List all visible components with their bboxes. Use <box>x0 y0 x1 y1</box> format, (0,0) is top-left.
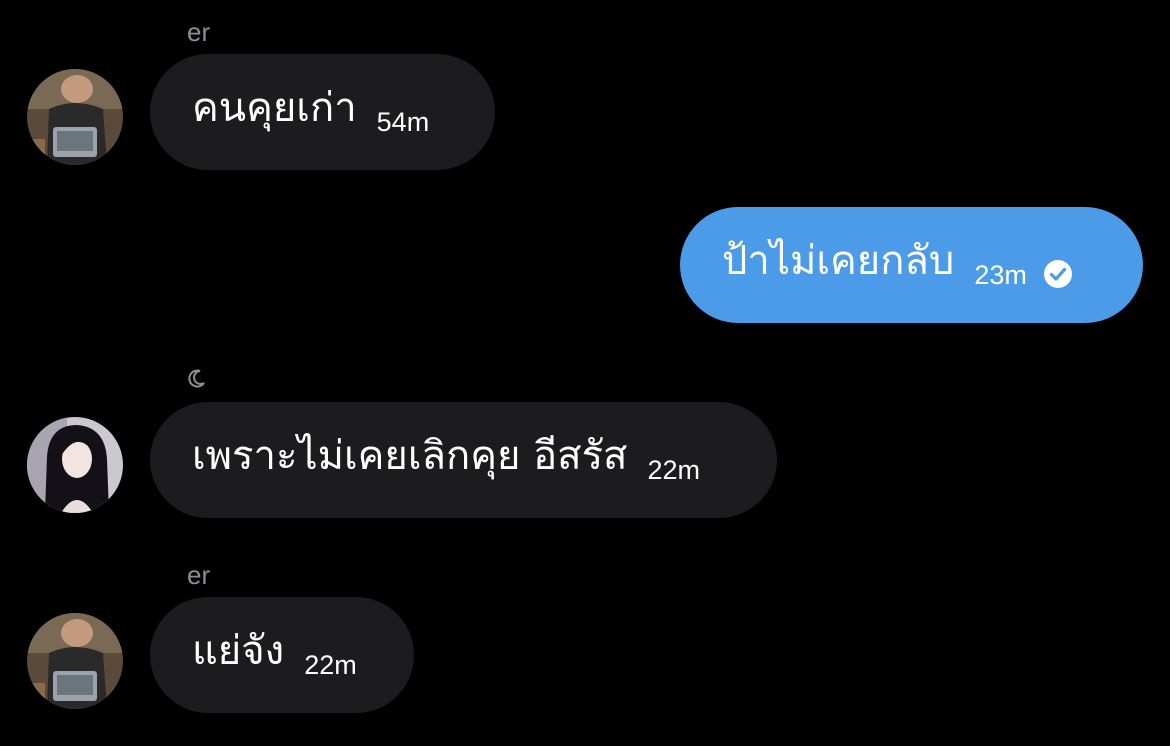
message-text: เพราะไม่เคยเลิกคุย อีสรัส <box>192 433 628 479</box>
message-bubble-incoming[interactable]: เพราะไม่เคยเลิกคุย อีสรัส 22m <box>150 402 777 518</box>
message-text: คนคุยเก่า <box>192 85 357 131</box>
message-bubble-incoming[interactable]: แย่จัง 22m <box>150 597 414 713</box>
message-timestamp: 54m <box>376 106 430 137</box>
message-text: ป้าไม่เคยกลับ <box>722 238 955 284</box>
avatar-photo-man-laptop <box>27 69 123 165</box>
avatar[interactable] <box>27 613 123 709</box>
message-bubble-outgoing[interactable]: ป้าไม่เคยกลับ 23m <box>680 207 1143 323</box>
avatar[interactable] <box>27 417 123 513</box>
message-timestamp: 22m <box>304 649 357 680</box>
message-timestamp: 23m <box>974 259 1027 290</box>
moon-icon <box>188 369 205 388</box>
message-timestamp: 22m <box>647 454 700 485</box>
sender-name: er <box>187 17 211 47</box>
message-text: แย่จัง <box>192 628 285 674</box>
avatar-photo-man-laptop <box>27 613 123 709</box>
avatar[interactable] <box>27 69 123 165</box>
avatar-photo-woman <box>27 417 123 513</box>
message-bubble-incoming[interactable]: คนคุยเก่า 54m <box>150 54 495 170</box>
sender-name: er <box>187 560 211 590</box>
read-check-icon <box>1043 260 1072 288</box>
